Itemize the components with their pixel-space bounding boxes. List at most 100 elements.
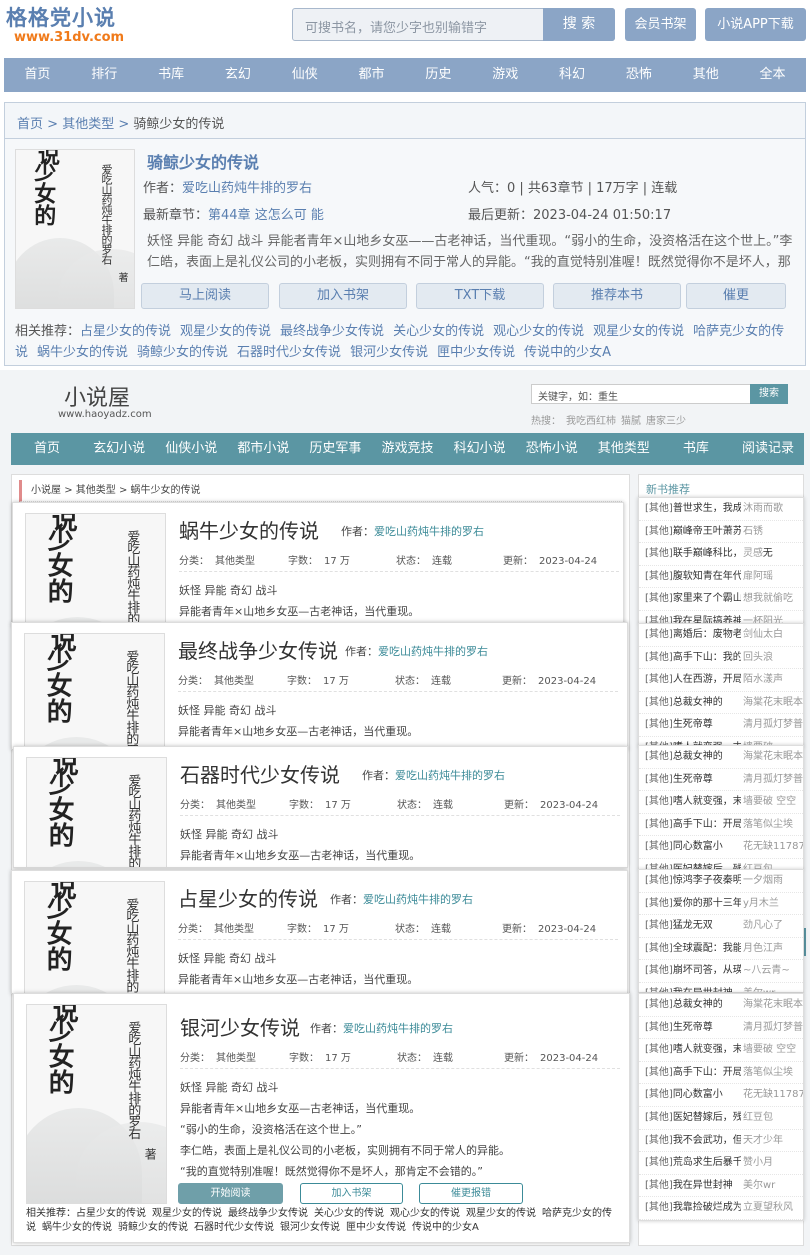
nav-item[interactable]: 书库 xyxy=(138,58,205,92)
nav-item[interactable]: 仙侠小说 xyxy=(155,433,227,465)
related-link[interactable]: 观星少女的传说 xyxy=(593,324,684,339)
sidebar-book-item[interactable]: [其他]腹软知青在年代和总 扉阿瑶 xyxy=(639,565,803,589)
related-link[interactable]: 传说中的少女A xyxy=(524,345,611,360)
nav-item[interactable]: 历史 xyxy=(405,58,472,92)
item-author[interactable]: 墙要破 空空 xyxy=(741,1039,797,1061)
related-link[interactable]: 传说中的少女A xyxy=(412,1222,479,1233)
related-link[interactable]: 蜗牛少女的传说 xyxy=(42,1222,112,1233)
sidebar-book-item[interactable]: [其他]我在异世封神美尔wr xyxy=(639,982,803,992)
nav-item[interactable]: 恐怖小说 xyxy=(516,433,588,465)
site1-search-button[interactable]: 搜 索 xyxy=(543,8,615,41)
item-title[interactable]: 总裁女神的 xyxy=(673,999,723,1010)
txt-download-button[interactable]: TXT下载 xyxy=(416,283,544,309)
nav-item[interactable]: 全本 xyxy=(739,58,806,92)
book-cover[interactable]: 说少女的爱吃山药炖牛排的罗右著 xyxy=(26,1004,167,1204)
item-title[interactable]: 高手下山：开局 xyxy=(673,819,743,830)
nav-item[interactable]: 历史军事 xyxy=(299,433,371,465)
book-cover[interactable]: 说少女的爱吃山药炖牛排的罗右著 xyxy=(24,633,165,749)
sidebar-book-item[interactable]: [其他]人在西游，开局加 陌水漾声 xyxy=(639,669,803,692)
sidebar-book-item[interactable]: [其他]生死帝尊 清月孤灯梦普提 xyxy=(639,714,803,737)
related-link[interactable]: 最终战争少女传说 xyxy=(280,324,384,339)
sidebar-book-item[interactable]: [其他]同心数富小 花无缺117879 xyxy=(639,836,803,859)
site2-search-button[interactable]: 搜索 xyxy=(750,384,788,404)
item-author[interactable]: 回头浪 xyxy=(741,646,773,669)
sidebar-book-item[interactable]: [其他]同心数富小 花无缺117879 xyxy=(639,1084,803,1107)
item-author[interactable]: 美尔wr xyxy=(741,1174,776,1197)
sidebar-book-item[interactable]: [其他]医妃替嫁后，残疾王 红豆包 xyxy=(639,1106,803,1130)
related-link[interactable]: 观心少女的传说 xyxy=(390,1208,460,1219)
author-link[interactable]: 爱吃山药炖牛排的罗右 xyxy=(363,893,473,906)
author-link[interactable]: 爱吃山药炖牛排的罗右 xyxy=(378,645,488,658)
item-author[interactable]: 花无缺117879 xyxy=(741,1084,803,1106)
related-link[interactable]: 蜗牛少女的传说 xyxy=(37,345,128,360)
item-title[interactable]: 同心数富小 xyxy=(673,841,723,852)
item-title[interactable]: 高手下山：开局 xyxy=(673,1067,743,1078)
book-cover[interactable]: 说少女的爱吃山药炖牛排的罗右著 xyxy=(24,881,165,993)
sidebar-book-item[interactable]: [其他]高手下山：开局 落笔似尘埃 xyxy=(639,813,803,837)
item-title[interactable]: 生死帝尊 xyxy=(673,719,713,730)
book-title[interactable]: 骑鲸少女的传说 xyxy=(147,149,259,173)
item-author[interactable]: 一夕烟雨 xyxy=(741,870,783,892)
sidebar-book-item[interactable]: [其他]全球震配：我能看 月色江声 xyxy=(639,937,803,961)
item-author[interactable]: 清月孤灯梦普提 xyxy=(741,714,803,736)
related-link[interactable]: 最终战争少女传说 xyxy=(228,1208,308,1219)
related-link[interactable]: 石器时代少女传说 xyxy=(194,1222,274,1233)
book-title[interactable]: 石器时代少女传说 xyxy=(180,759,340,788)
nav-item[interactable]: 都市 xyxy=(338,58,405,92)
author-link[interactable]: 爱吃山药炖牛排的罗右 xyxy=(395,769,505,782)
sidebar-book-item[interactable]: [其他]巅峰帝王叶萧苏沁竟 石锈 xyxy=(639,520,803,544)
item-author[interactable]: 墙要破 空空 xyxy=(741,791,797,813)
item-author[interactable]: 红豆包 xyxy=(741,1106,773,1129)
sidebar-book-item[interactable]: [其他]生死帝尊 清月孤灯梦普提 xyxy=(639,768,803,792)
item-author[interactable]: 美尔wr xyxy=(741,982,776,992)
breadcrumb-category[interactable]: 其他类型 xyxy=(76,485,116,496)
book-cover[interactable]: 说少女的爱吃山药炖牛排的罗右著 xyxy=(15,149,135,309)
sidebar-book-item[interactable]: [其他]爱你的那十三年 y月木兰 xyxy=(639,892,803,916)
item-author[interactable]: 海棠花末眠本尊 xyxy=(741,746,803,768)
sidebar-book-item[interactable]: [其他]生死帝尊 清月孤灯梦普提 xyxy=(639,1016,803,1040)
book-title[interactable]: 最终战争少女传说 xyxy=(178,635,338,664)
hot-link[interactable]: 猫腻 xyxy=(621,416,641,427)
item-title[interactable]: 嗜人就变强，末 xyxy=(673,1044,743,1055)
item-author[interactable]: 落笔似尘埃 xyxy=(741,1061,793,1084)
nav-item[interactable]: 游戏 xyxy=(472,58,539,92)
item-author[interactable]: 陌水漾声 xyxy=(741,669,783,691)
related-link[interactable]: 观星少女的传说 xyxy=(180,324,271,339)
sidebar-book-item[interactable]: [其他]普世求生，我成了 沐雨而歌 xyxy=(639,498,803,521)
item-title[interactable]: 总裁女神的 xyxy=(673,751,723,762)
item-author[interactable]: 海棠花末眠本尊 xyxy=(741,691,803,714)
item-author[interactable]: 石锈 xyxy=(741,520,763,543)
item-title[interactable]: 猛龙无双 xyxy=(673,920,713,931)
item-author[interactable]: 扉阿瑶 xyxy=(741,565,773,588)
item-author[interactable]: 灵感 xyxy=(741,543,763,565)
sidebar-book-item[interactable]: [其他]联手巅峰科比，开局无 灵感 xyxy=(639,543,803,566)
related-link[interactable]: 关心少女的传说 xyxy=(314,1208,384,1219)
item-title[interactable]: 嗜人就变强，末 xyxy=(673,796,743,807)
related-link[interactable]: 骑鲸少女的传说 xyxy=(118,1222,188,1233)
related-link[interactable]: 骑鲸少女的传说 xyxy=(137,345,228,360)
site1-search-input[interactable]: 可搜书名，请您少字也别输错字 xyxy=(305,17,487,36)
sidebar-book-item[interactable]: [其他]我不会武功，但我 天才少年 xyxy=(639,1129,803,1153)
read-now-button[interactable]: 马上阅读 xyxy=(141,283,269,309)
member-bookshelf-button[interactable]: 会员书架 xyxy=(625,8,696,41)
item-author[interactable]: 天才少年 xyxy=(741,1129,783,1152)
latest-chapter-link[interactable]: 第44章 这怎么可 能 xyxy=(208,208,324,223)
sidebar-book-item[interactable]: [其他]高手下山：开局 落笔似尘埃 xyxy=(639,1061,803,1085)
sidebar-book-item[interactable]: [其他]嗜人就变强，末 墙要破 空空 xyxy=(639,1039,803,1062)
nav-item[interactable]: 科幻小说 xyxy=(444,433,516,465)
breadcrumb-category[interactable]: 其他类型 xyxy=(62,117,114,132)
item-title[interactable]: 生死帝尊 xyxy=(673,774,713,785)
nav-item[interactable]: 其他 xyxy=(672,58,739,92)
book-title[interactable]: 占星少女的传说 xyxy=(178,883,318,912)
sidebar-book-item[interactable]: [其他]总裁女神的 海棠花末眠本尊 xyxy=(639,994,803,1017)
urge-update-button[interactable]: 催更 xyxy=(686,283,786,309)
item-title[interactable]: 我靠捡破烂成为 xyxy=(673,1202,743,1213)
book-title[interactable]: 银河少女传说 xyxy=(180,1012,300,1041)
item-author[interactable]: y月木兰 xyxy=(741,892,779,915)
nav-item[interactable]: 书库 xyxy=(660,433,732,465)
breadcrumb-home[interactable]: 首页 xyxy=(17,117,43,132)
related-link[interactable]: 占星少女的传说 xyxy=(76,1208,146,1219)
sidebar-book-item[interactable]: [其他]猛龙无双 劲凡心了 xyxy=(639,915,803,938)
item-title[interactable]: 同心数富小 xyxy=(673,1089,723,1100)
item-title[interactable]: 爱你的那十三年 xyxy=(673,898,743,909)
